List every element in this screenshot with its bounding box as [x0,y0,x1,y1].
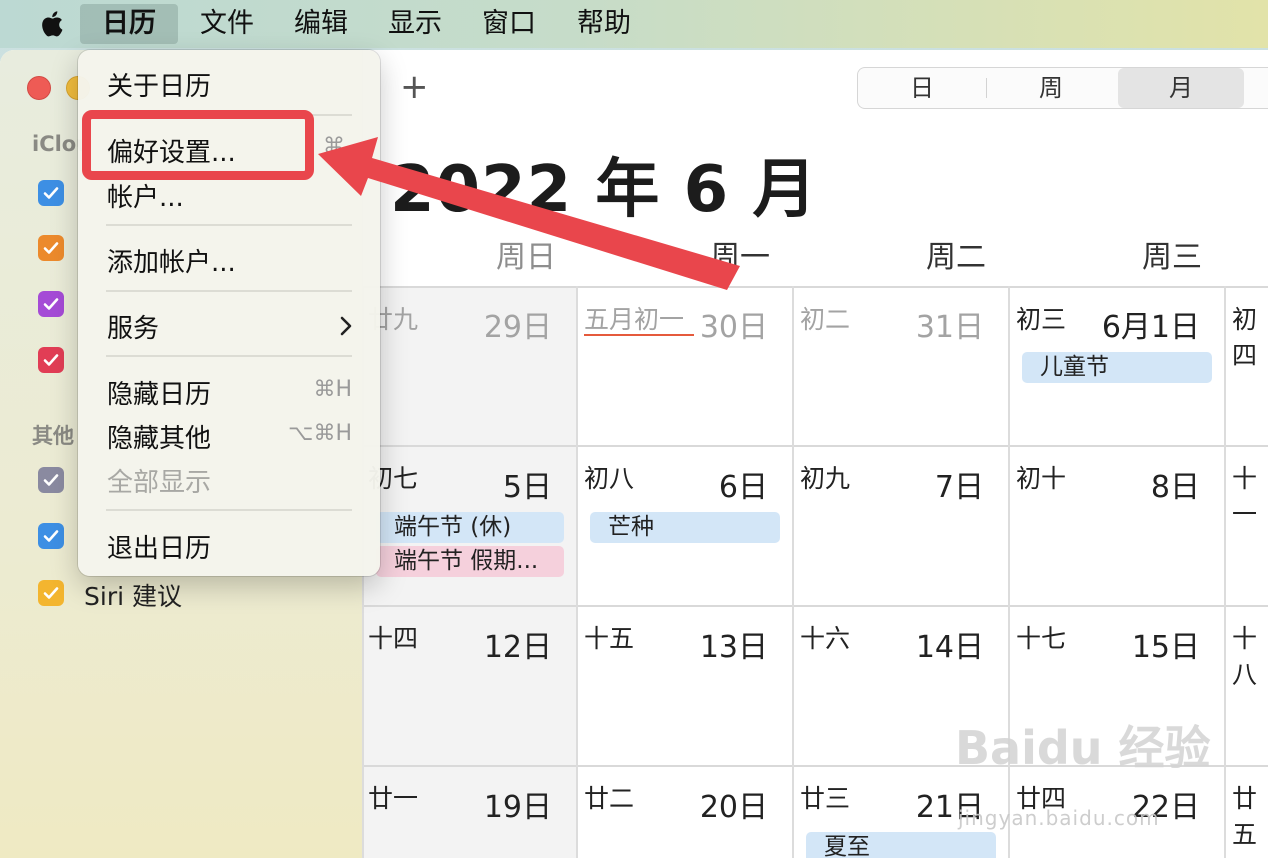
lunar-date: 十八 [1232,624,1258,689]
apple-menu-icon[interactable] [36,7,70,41]
close-window-button[interactable] [27,76,51,100]
watermark-logo: Baidu 经验 [955,721,1211,775]
checkmark-icon [43,242,59,254]
event-grain-in-ear[interactable]: 芒种 [590,512,780,543]
calendar-checkbox-4[interactable] [38,347,64,373]
menu-show-all: 全部显示 [107,468,212,498]
hide-others-shortcut: ⌥⌘H [288,421,352,446]
section-other-label: 其他 [32,424,74,448]
annotation-highlight-box [82,110,314,180]
day-number: 14日 [915,630,984,665]
lunar-date: 十一 [1232,464,1258,529]
lunar-date: 初四 [1232,305,1258,370]
grid-line [362,605,1268,607]
calendar-checkbox-5[interactable] [38,467,64,493]
day-number: 5日 [502,470,552,505]
menu-about-calendar[interactable]: 关于日历 [107,66,211,103]
lunar-date: 初三 [1016,305,1067,334]
menu-separator [106,290,352,292]
day-number: 12日 [483,630,552,665]
grid-line [362,286,1268,288]
calendar-checkbox-2[interactable] [38,235,64,261]
menu-file[interactable]: 文件 [178,4,276,44]
day-number: 19日 [483,790,552,825]
calendar-checkbox-6[interactable] [38,523,64,549]
grid-line [576,286,578,858]
lunar-date: 十五 [584,624,635,653]
day-number: 20日 [699,790,768,825]
month-title: 2022 年 6 月 [390,153,818,227]
lunar-date: 初十 [1016,464,1067,493]
siri-suggestions-label: Siri 建议 [84,582,182,611]
event-dragon-boat-holiday[interactable]: 端午节 假期... [376,546,564,577]
event-summer-solstice[interactable]: 夏至 [806,832,996,858]
lunar-date: 初九 [800,464,851,493]
lunar-date: 五月初一 [584,305,685,334]
checkmark-icon [43,530,59,542]
checkmark-icon [43,587,59,599]
today-underline [584,334,694,336]
lunar-date: 初二 [800,305,851,334]
menu-add-account[interactable]: 添加帐户... [107,242,236,279]
lunar-date: 廿五 [1232,784,1258,849]
weekday-sunday: 周日 [496,240,556,275]
weekday-monday: 周一 [710,240,770,275]
add-event-button[interactable]: + [400,70,429,104]
day-number: 6月1日 [1101,310,1200,345]
menu-edit[interactable]: 编辑 [272,4,370,44]
menu-services[interactable]: 服务 [107,308,159,345]
day-number: 30日 [699,310,768,345]
grid-line [1224,286,1226,858]
day-number: 13日 [699,630,768,665]
lunar-date: 十六 [800,624,851,653]
checkmark-icon [43,187,59,199]
checkmark-icon [43,298,59,310]
weekday-tuesday: 周二 [926,240,986,275]
day-number: 29日 [483,310,552,345]
weekday-wednesday: 周三 [1142,240,1202,275]
day-number: 8日 [1150,470,1200,505]
view-month-button[interactable]: 月 [1118,68,1244,108]
day-number: 31日 [915,310,984,345]
menu-view[interactable]: 显示 [366,4,464,44]
chevron-right-icon [340,316,352,336]
calendar-checkbox-1[interactable] [38,180,64,206]
hide-calendar-shortcut: ⌘H [313,377,352,402]
watermark-url: jingyan.baidu.com [958,806,1160,830]
menu-accounts[interactable]: 帐户... [107,177,184,214]
preferences-shortcut: ⌘, [323,134,352,159]
menu-calendar[interactable]: 日历 [80,4,178,44]
lunar-date: 廿二 [584,784,635,813]
menu-hide-others[interactable]: 隐藏其他 [107,418,211,455]
menu-quit-calendar[interactable]: 退出日历 [107,528,211,565]
grid-line [792,286,794,858]
menu-separator [106,224,352,226]
event-childrens-day[interactable]: 儿童节 [1022,352,1212,383]
menu-separator [106,355,352,357]
view-segmented-control: 日 周 月 [857,67,1268,109]
lunar-date: 廿三 [800,784,851,813]
checkmark-icon [43,354,59,366]
view-day-button[interactable]: 日 [858,68,986,108]
menu-separator [106,509,352,511]
view-week-button[interactable]: 周 [986,68,1116,108]
siri-suggestions-checkbox[interactable] [38,580,64,606]
calendar-checkbox-3[interactable] [38,291,64,317]
day-number: 15日 [1131,630,1200,665]
menu-bar: 日历 文件 编辑 显示 窗口 帮助 [0,0,1268,48]
day-number: 7日 [934,470,984,505]
day-number: 6日 [718,470,768,505]
checkmark-icon [43,474,59,486]
lunar-date: 十四 [368,624,419,653]
lunar-date: 初八 [584,464,635,493]
event-dragon-boat-rest[interactable]: 端午节 (休) [376,512,564,543]
menu-window[interactable]: 窗口 [460,4,558,44]
lunar-date: 廿一 [368,784,419,813]
lunar-date: 十七 [1016,624,1067,653]
menu-hide-calendar[interactable]: 隐藏日历 [107,374,211,411]
grid-line [362,445,1268,447]
menu-help[interactable]: 帮助 [555,4,653,44]
